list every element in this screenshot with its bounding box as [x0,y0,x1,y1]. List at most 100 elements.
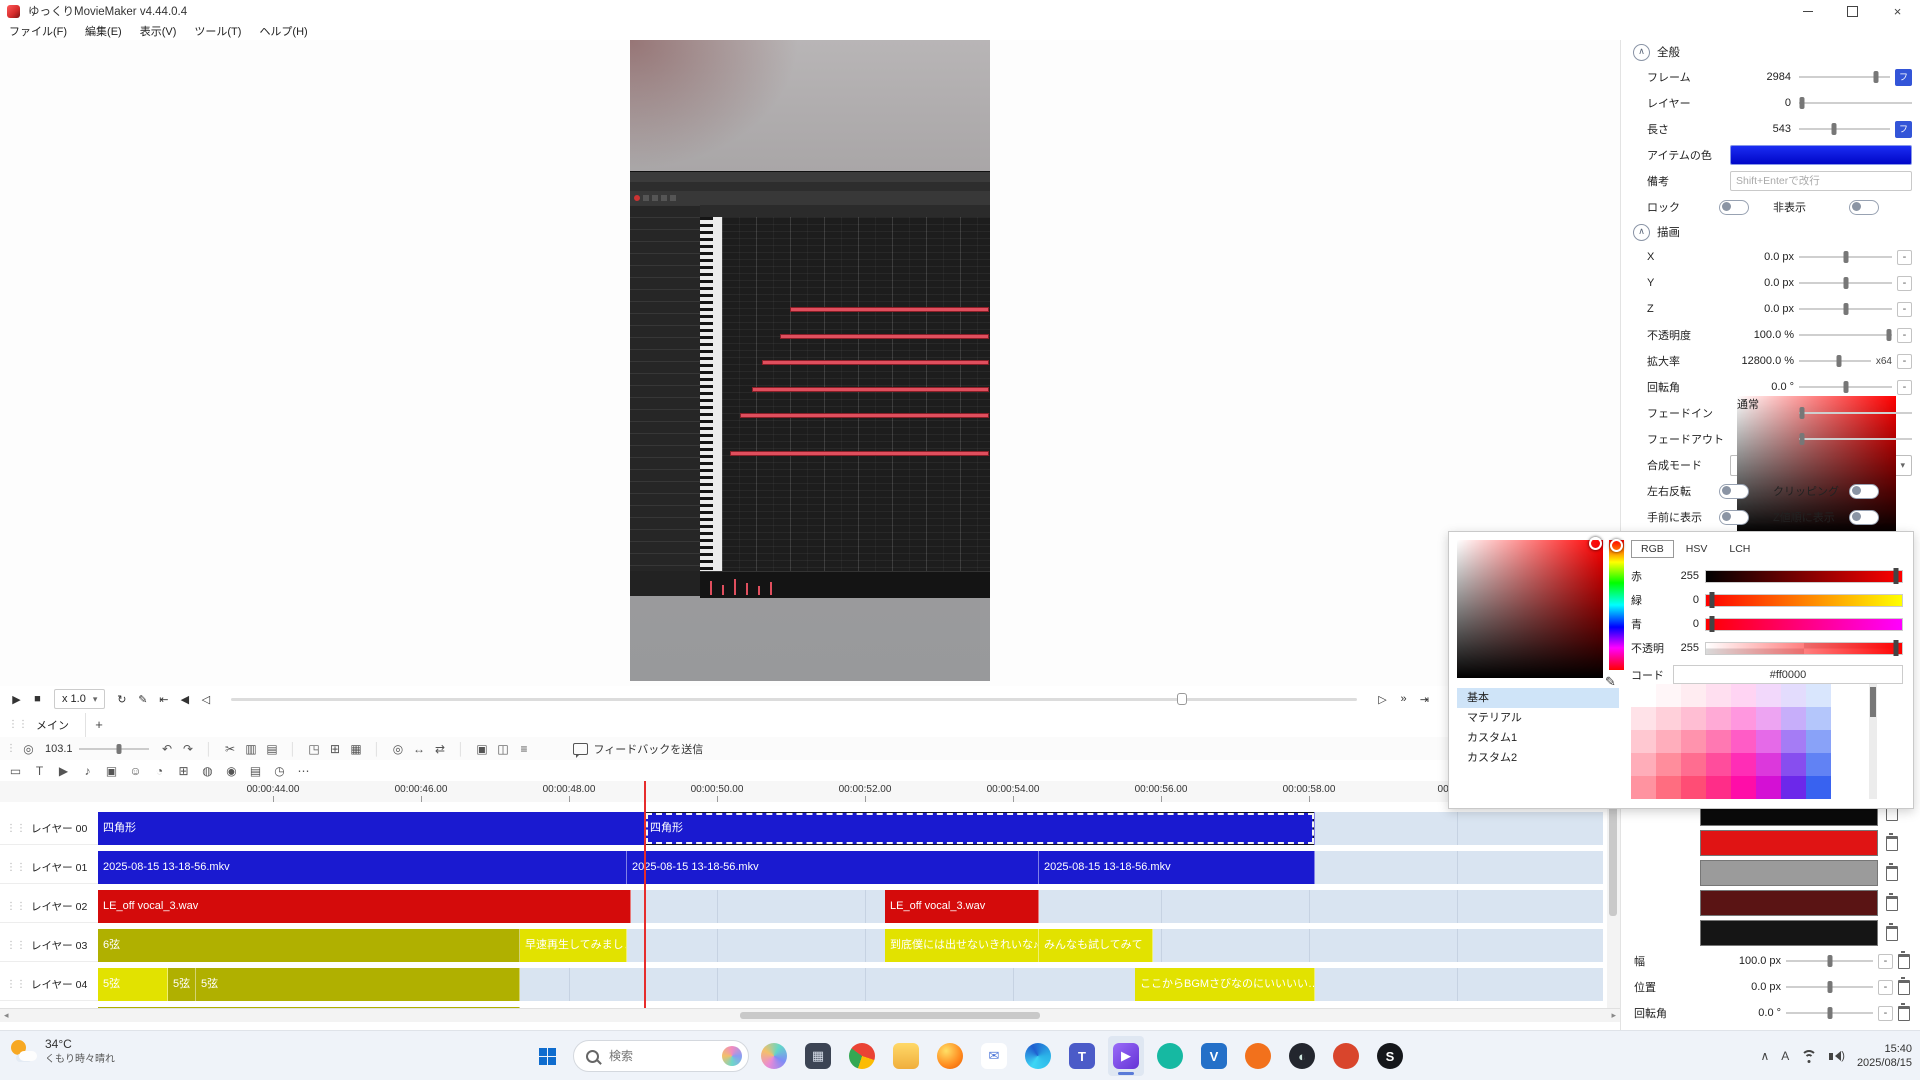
fast-forward-button[interactable]: » [1393,693,1414,706]
trash-icon[interactable] [1898,1006,1910,1021]
slider-thumb[interactable] [1843,277,1848,289]
add-group-icon[interactable]: ◍ [196,764,219,778]
add-capture-icon[interactable]: ◉ [220,764,243,778]
ime-indicator[interactable]: A [1781,1049,1789,1063]
taskbar-app[interactable]: ▦ [800,1036,836,1076]
sv-selector-ring[interactable] [1589,537,1602,550]
slider-thumb[interactable] [1887,329,1892,341]
frame-back-button[interactable]: ◀ [174,693,195,706]
drag-handle-icon[interactable]: ⋮⋮ [6,940,26,951]
property-slider[interactable] [1799,96,1912,110]
palette-swatch[interactable] [1706,684,1731,707]
zoom-value[interactable]: 103.1 [45,743,73,755]
slider-thumb[interactable] [1800,407,1805,419]
palette-swatch[interactable] [1631,730,1656,753]
palette-swatch[interactable] [1681,776,1706,799]
add-character-icon[interactable]: ☺ [124,764,147,778]
clock[interactable]: 15:40 2025/08/15 [1857,1042,1912,1071]
timeline-clip[interactable]: 6弦 [98,929,520,962]
palette-category[interactable]: マテリアル [1457,708,1619,728]
scroll-left-icon[interactable]: ◂ [4,1010,9,1021]
playback-speed-select[interactable]: x 1.0 ▾ [54,689,105,709]
add-image-icon[interactable]: ▣ [100,764,123,778]
palette-category[interactable]: カスタム1 [1457,728,1619,748]
more-icon[interactable]: ⋯ [292,764,315,778]
tab-main[interactable]: ⋮⋮ メイン [0,713,86,737]
layer-header[interactable]: ⋮⋮ レイヤー 01 [0,851,98,884]
slider-thumb[interactable] [117,744,122,754]
add-effect-icon[interactable]: ◔ [148,764,171,778]
cut-icon[interactable]: ✂ [220,742,241,756]
video-preview[interactable] [630,40,990,681]
frame-forward-button[interactable]: ▷ [1372,693,1393,706]
trash-icon[interactable] [1886,836,1898,851]
section-general[interactable]: ∧ 全般 [1621,40,1920,64]
seek-slider[interactable] [231,691,1357,707]
keyframe-button[interactable]: フ [1895,69,1912,86]
timeline-clip[interactable]: LE_off vocal_3.wav [98,890,631,923]
grid-icon[interactable]: ⊞ [325,742,346,756]
property-slider[interactable] [1799,276,1892,290]
edit-button[interactable]: ✎ [132,693,153,706]
play-button[interactable]: ▶ [6,693,27,706]
keyframe-button[interactable]: フ [1895,121,1912,138]
zorder-toggle[interactable] [1849,510,1879,525]
slider-thumb[interactable] [1800,433,1805,445]
collapse-icon[interactable]: ∧ [1633,224,1650,241]
palette-swatch[interactable] [1806,776,1831,799]
palette-swatch[interactable] [1706,753,1731,776]
property-value[interactable]: 0.0px [1730,277,1794,289]
trash-icon[interactable] [1886,926,1898,941]
scroll-right-icon[interactable]: ▸ [1611,1010,1616,1021]
taskbar-app[interactable]: T [1064,1036,1100,1076]
front-toggle[interactable] [1719,510,1749,525]
palette-swatch[interactable] [1706,707,1731,730]
note-input[interactable] [1730,171,1912,191]
palette-swatch[interactable] [1631,753,1656,776]
property-slider[interactable] [1799,432,1912,446]
slider-thumb[interactable] [1843,381,1848,393]
palette-swatch[interactable] [1631,707,1656,730]
collapse-icon[interactable]: ∧ [1633,44,1650,61]
palette-swatch[interactable] [1656,753,1681,776]
taskbar-app[interactable]: ▶ [1108,1036,1144,1076]
blend-select[interactable]: 通常 ▾ [1730,455,1912,476]
palette-swatch[interactable] [1781,684,1806,707]
property-value[interactable]: 0.0° [1730,381,1794,393]
remove-button[interactable]: - [1897,302,1912,317]
trash-icon[interactable] [1898,954,1910,969]
color-mode-tab[interactable]: RGB [1631,540,1674,558]
hidden-toggle[interactable] [1849,200,1879,215]
palette-swatch[interactable] [1731,684,1756,707]
drag-handle-icon[interactable]: ⋮⋮ [6,979,26,990]
add-shape-icon[interactable]: ⊞ [172,764,195,778]
palette-swatch[interactable] [1681,684,1706,707]
section-drawing[interactable]: ∧ 描画 [1621,220,1920,244]
saturation-value-box[interactable] [1457,540,1603,678]
property-slider[interactable] [1799,354,1871,368]
layer-header[interactable]: ⋮⋮ レイヤー 02 [0,890,98,923]
trash-icon[interactable] [1886,866,1898,881]
skip-start-button[interactable]: ⇤ [153,693,174,706]
palette-swatch[interactable] [1631,684,1656,707]
search-input[interactable] [607,1048,714,1064]
channel-value[interactable]: 255 [1673,570,1699,582]
slider-thumb[interactable] [1843,251,1848,263]
split-icon[interactable]: ◳ [304,742,325,756]
palette-swatch[interactable] [1781,730,1806,753]
taskbar-app[interactable] [1240,1036,1276,1076]
send-feedback-button[interactable]: フィードバックを送信 [573,741,704,757]
remove-button[interactable]: - [1878,1006,1893,1021]
trash-icon[interactable] [1898,980,1910,995]
clipping-toggle[interactable] [1849,484,1879,499]
property-slider[interactable] [1799,328,1892,342]
taskbar-app[interactable] [1328,1036,1364,1076]
property-slider[interactable] [1799,70,1890,84]
property-slider[interactable] [1799,406,1912,420]
remove-button[interactable]: - [1897,250,1912,265]
timeline-clip[interactable]: 2025-08-15 13-18-56.mkv [98,851,627,884]
separator[interactable]: │ [199,742,220,756]
trash-icon[interactable] [1886,896,1898,911]
add-video-icon[interactable]: ▶ [52,764,75,778]
channel-slider[interactable] [1705,570,1903,583]
